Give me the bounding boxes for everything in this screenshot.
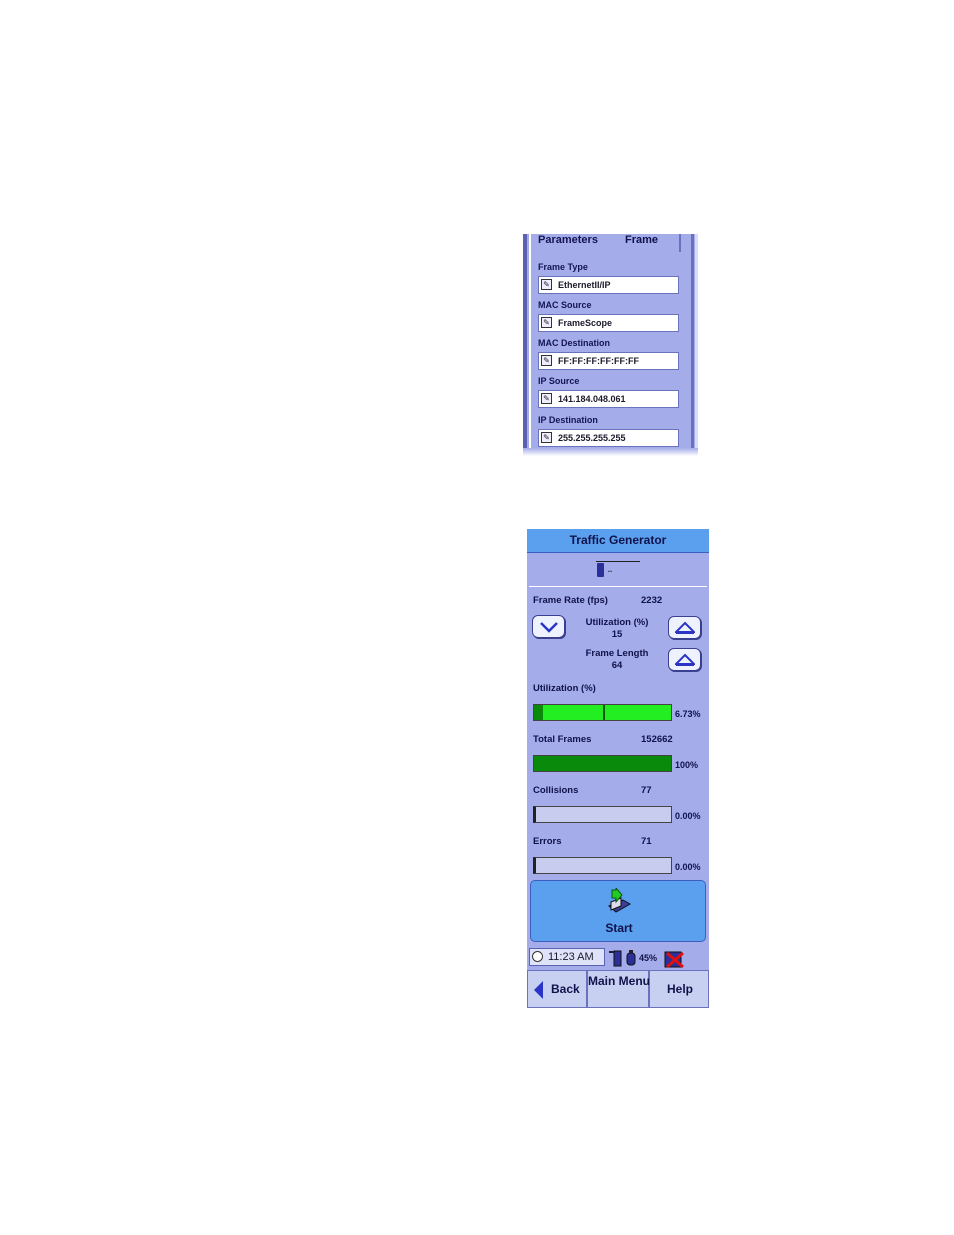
total-frames-bar-fill	[534, 756, 671, 771]
device-logo: ..	[594, 559, 642, 581]
frame-length-value: 64	[611, 660, 623, 671]
device-status-icon	[609, 950, 622, 967]
edit-icon[interactable]: ✎	[541, 355, 552, 366]
back-label: Back	[551, 982, 580, 996]
frame-length-label: Frame Length	[585, 648, 649, 659]
clock: 11:23 AM	[529, 948, 605, 966]
tab-frame-label: Frame	[625, 234, 659, 246]
chevron-up-icon	[675, 621, 695, 634]
panel-right-highlight	[695, 234, 698, 456]
ip-source-value: 141.184.048.061	[558, 394, 626, 404]
logo-text: ..	[608, 565, 613, 574]
ip-source-field[interactable]: ✎ 141.184.048.061	[538, 390, 679, 408]
utilization-bar-fill	[534, 705, 543, 720]
memory-card-error-icon	[664, 951, 684, 969]
frame-rate-label: Frame Rate (fps)	[533, 595, 608, 606]
utilization-bar	[533, 704, 672, 721]
battery-icon	[626, 950, 636, 966]
separator	[529, 586, 707, 587]
total-frames-bar	[533, 755, 672, 772]
ip-destination-label: IP Destination	[538, 415, 598, 425]
traffic-generator-screen: Traffic Generator .. Frame Rate (fps) 22…	[527, 529, 709, 1008]
utilization-setting-value: 15	[611, 629, 623, 640]
help-button[interactable]: Help	[649, 970, 709, 1008]
mac-source-value: FrameScope	[558, 318, 613, 328]
help-label: Help	[666, 982, 693, 996]
utilization-meter-label: Utilization (%)	[533, 683, 596, 694]
tab-parameters[interactable]: Parameters	[538, 234, 598, 246]
panel-fade	[523, 448, 698, 456]
errors-bar	[533, 857, 672, 874]
edit-icon[interactable]: ✎	[541, 393, 552, 404]
panel-left-highlight	[529, 234, 531, 456]
mac-source-label: MAC Source	[538, 300, 592, 310]
mac-destination-field[interactable]: ✎ FF:FF:FF:FF:FF:FF	[538, 352, 679, 370]
clock-time: 11:23 AM	[548, 951, 594, 963]
edit-icon[interactable]: ✎	[541, 279, 552, 290]
errors-count: 71	[641, 836, 652, 847]
ip-source-label: IP Source	[538, 376, 580, 386]
edit-icon[interactable]: ✎	[541, 432, 552, 443]
collisions-bar	[533, 806, 672, 823]
errors-percent: 0.00%	[675, 862, 701, 872]
collisions-percent: 0.00%	[675, 811, 701, 821]
frame-type-label: Frame Type	[538, 262, 588, 272]
bottom-navigation: Back Main Menu Help	[527, 970, 709, 1008]
battery-percent: 45%	[639, 953, 658, 963]
frame-parameters-panel: Parameters Frame Frame Type ✎ EthernetII…	[523, 234, 698, 456]
increase-frame-length-button[interactable]	[668, 648, 701, 671]
chevron-down-icon	[540, 622, 558, 633]
frame-rate-value: 2232	[641, 595, 663, 606]
back-button[interactable]: Back	[527, 970, 587, 1008]
clock-icon	[532, 951, 543, 962]
utilization-percent: 6.73%	[675, 709, 701, 719]
main-menu-label: Main Menu	[588, 974, 650, 988]
total-frames-count: 152662	[641, 734, 673, 745]
mac-destination-value: FF:FF:FF:FF:FF:FF	[558, 356, 639, 366]
chevron-up-icon	[675, 653, 695, 666]
utilization-bar-marker	[603, 705, 605, 720]
device-icon	[597, 563, 604, 577]
collisions-count: 77	[641, 785, 652, 796]
frame-type-value: EthernetII/IP	[558, 280, 611, 290]
panel-right-border	[691, 234, 694, 456]
frame-type-field[interactable]: ✎ EthernetII/IP	[538, 276, 679, 294]
total-frames-percent: 100%	[675, 760, 699, 770]
mac-source-field[interactable]: ✎ FrameScope	[538, 314, 679, 332]
start-icon	[608, 888, 632, 913]
errors-label: Errors	[533, 836, 562, 847]
mac-destination-label: MAC Destination	[538, 338, 610, 348]
collisions-label: Collisions	[533, 785, 579, 796]
increase-utilization-button[interactable]	[668, 616, 701, 639]
decrease-button[interactable]	[532, 615, 565, 638]
logo-line	[596, 561, 640, 562]
edit-icon[interactable]: ✎	[541, 317, 552, 328]
screen-title: Traffic Generator	[527, 529, 709, 553]
panel-left-border	[523, 234, 527, 456]
total-frames-label: Total Frames	[533, 734, 592, 745]
utilization-setting-label: Utilization (%)	[585, 617, 649, 628]
ip-destination-value: 255.255.255.255	[558, 433, 626, 443]
tab-frame[interactable]: Frame	[609, 234, 681, 252]
start-label: Start	[605, 921, 633, 935]
back-arrow-icon	[534, 981, 543, 999]
main-menu-button[interactable]: Main Menu	[587, 970, 650, 1008]
start-button[interactable]: Start	[530, 880, 706, 942]
ip-destination-field[interactable]: ✎ 255.255.255.255	[538, 429, 679, 447]
status-bar: 11:23 AM 45%	[527, 946, 709, 970]
